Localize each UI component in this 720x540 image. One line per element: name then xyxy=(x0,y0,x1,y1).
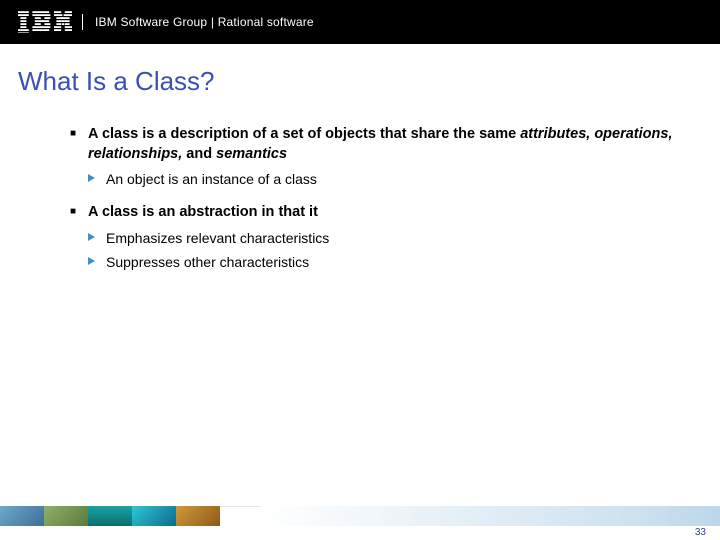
bullet1-lead: A class is a description of a set of obj… xyxy=(88,126,520,142)
footer-tile xyxy=(88,506,132,526)
slide-footer: 33 xyxy=(0,506,720,540)
slide: IBM Software Group | Rational software W… xyxy=(0,0,720,540)
slide-content: A class is a description of a set of obj… xyxy=(0,97,720,272)
page-number: 33 xyxy=(695,527,706,538)
header-text: IBM Software Group | Rational software xyxy=(95,15,314,29)
footer-gradient xyxy=(260,506,720,526)
footer-tile xyxy=(132,506,176,526)
bullet-level1: A class is a description of a set of obj… xyxy=(70,125,690,164)
bullet-level2: An object is an instance of a class xyxy=(88,170,690,189)
bullet1-and: and xyxy=(182,146,216,162)
bullet-level2: Suppresses other characteristics xyxy=(88,253,690,272)
ibm-logo xyxy=(18,11,72,33)
header-divider xyxy=(82,14,83,30)
footer-tile xyxy=(176,506,220,526)
slide-title: What Is a Class? xyxy=(0,44,720,97)
header-bar: IBM Software Group | Rational software xyxy=(0,0,720,44)
footer-image-strip xyxy=(0,506,260,526)
bullet-level1: A class is an abstraction in that it xyxy=(70,203,690,223)
footer-tile xyxy=(44,506,88,526)
footer-tile xyxy=(0,506,44,526)
bullet1-italic-2: semantics xyxy=(216,146,287,162)
bullet-level2: Emphasizes relevant characteristics xyxy=(88,229,690,248)
